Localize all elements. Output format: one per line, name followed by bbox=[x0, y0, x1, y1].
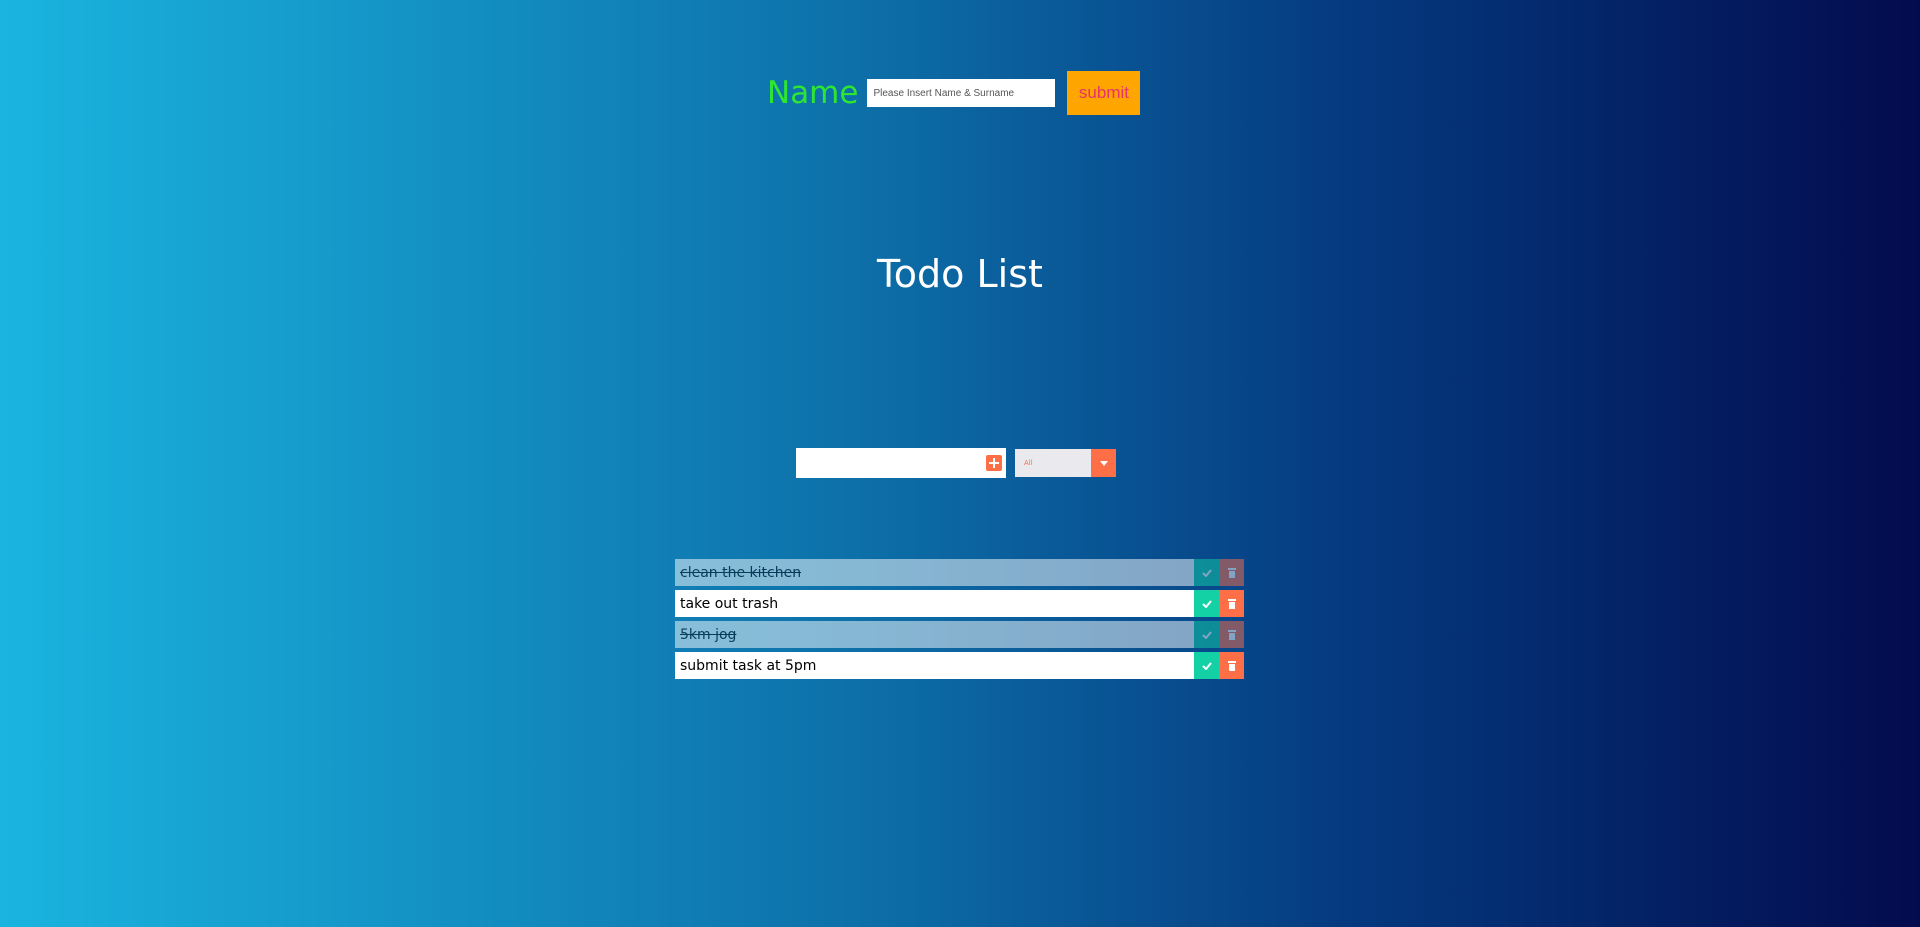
check-icon[interactable] bbox=[1194, 559, 1219, 586]
todo-list: clean the kitchen take out trash 5km jog… bbox=[675, 559, 1244, 683]
todo-input[interactable] bbox=[796, 449, 992, 477]
todo-item: clean the kitchen bbox=[675, 559, 1244, 586]
todo-item: submit task at 5pm bbox=[675, 652, 1244, 679]
trash-icon[interactable] bbox=[1219, 559, 1244, 586]
todo-input-wrapper bbox=[796, 448, 1006, 478]
todo-item: take out trash bbox=[675, 590, 1244, 617]
name-input[interactable] bbox=[867, 79, 1056, 107]
trash-icon[interactable] bbox=[1219, 621, 1244, 648]
todo-text: clean the kitchen bbox=[675, 559, 1194, 586]
trash-icon[interactable] bbox=[1219, 652, 1244, 679]
filter-select[interactable]: All bbox=[1015, 449, 1116, 477]
todo-text: take out trash bbox=[675, 590, 1194, 617]
filter-selected-value: All bbox=[1024, 459, 1033, 467]
name-label: Name bbox=[767, 74, 859, 111]
plus-square-icon[interactable] bbox=[986, 455, 1002, 471]
page-title: Todo List bbox=[877, 252, 1043, 296]
check-icon[interactable] bbox=[1194, 621, 1219, 648]
todo-form: All bbox=[796, 448, 1116, 478]
trash-icon[interactable] bbox=[1219, 590, 1244, 617]
check-icon[interactable] bbox=[1194, 590, 1219, 617]
caret-down-icon[interactable] bbox=[1091, 449, 1116, 477]
name-form: Name submit bbox=[767, 71, 1141, 115]
check-icon[interactable] bbox=[1194, 652, 1219, 679]
todo-text: 5km jog bbox=[675, 621, 1194, 648]
submit-button[interactable]: submit bbox=[1067, 71, 1141, 115]
todo-text: submit task at 5pm bbox=[675, 652, 1194, 679]
todo-item: 5km jog bbox=[675, 621, 1244, 648]
